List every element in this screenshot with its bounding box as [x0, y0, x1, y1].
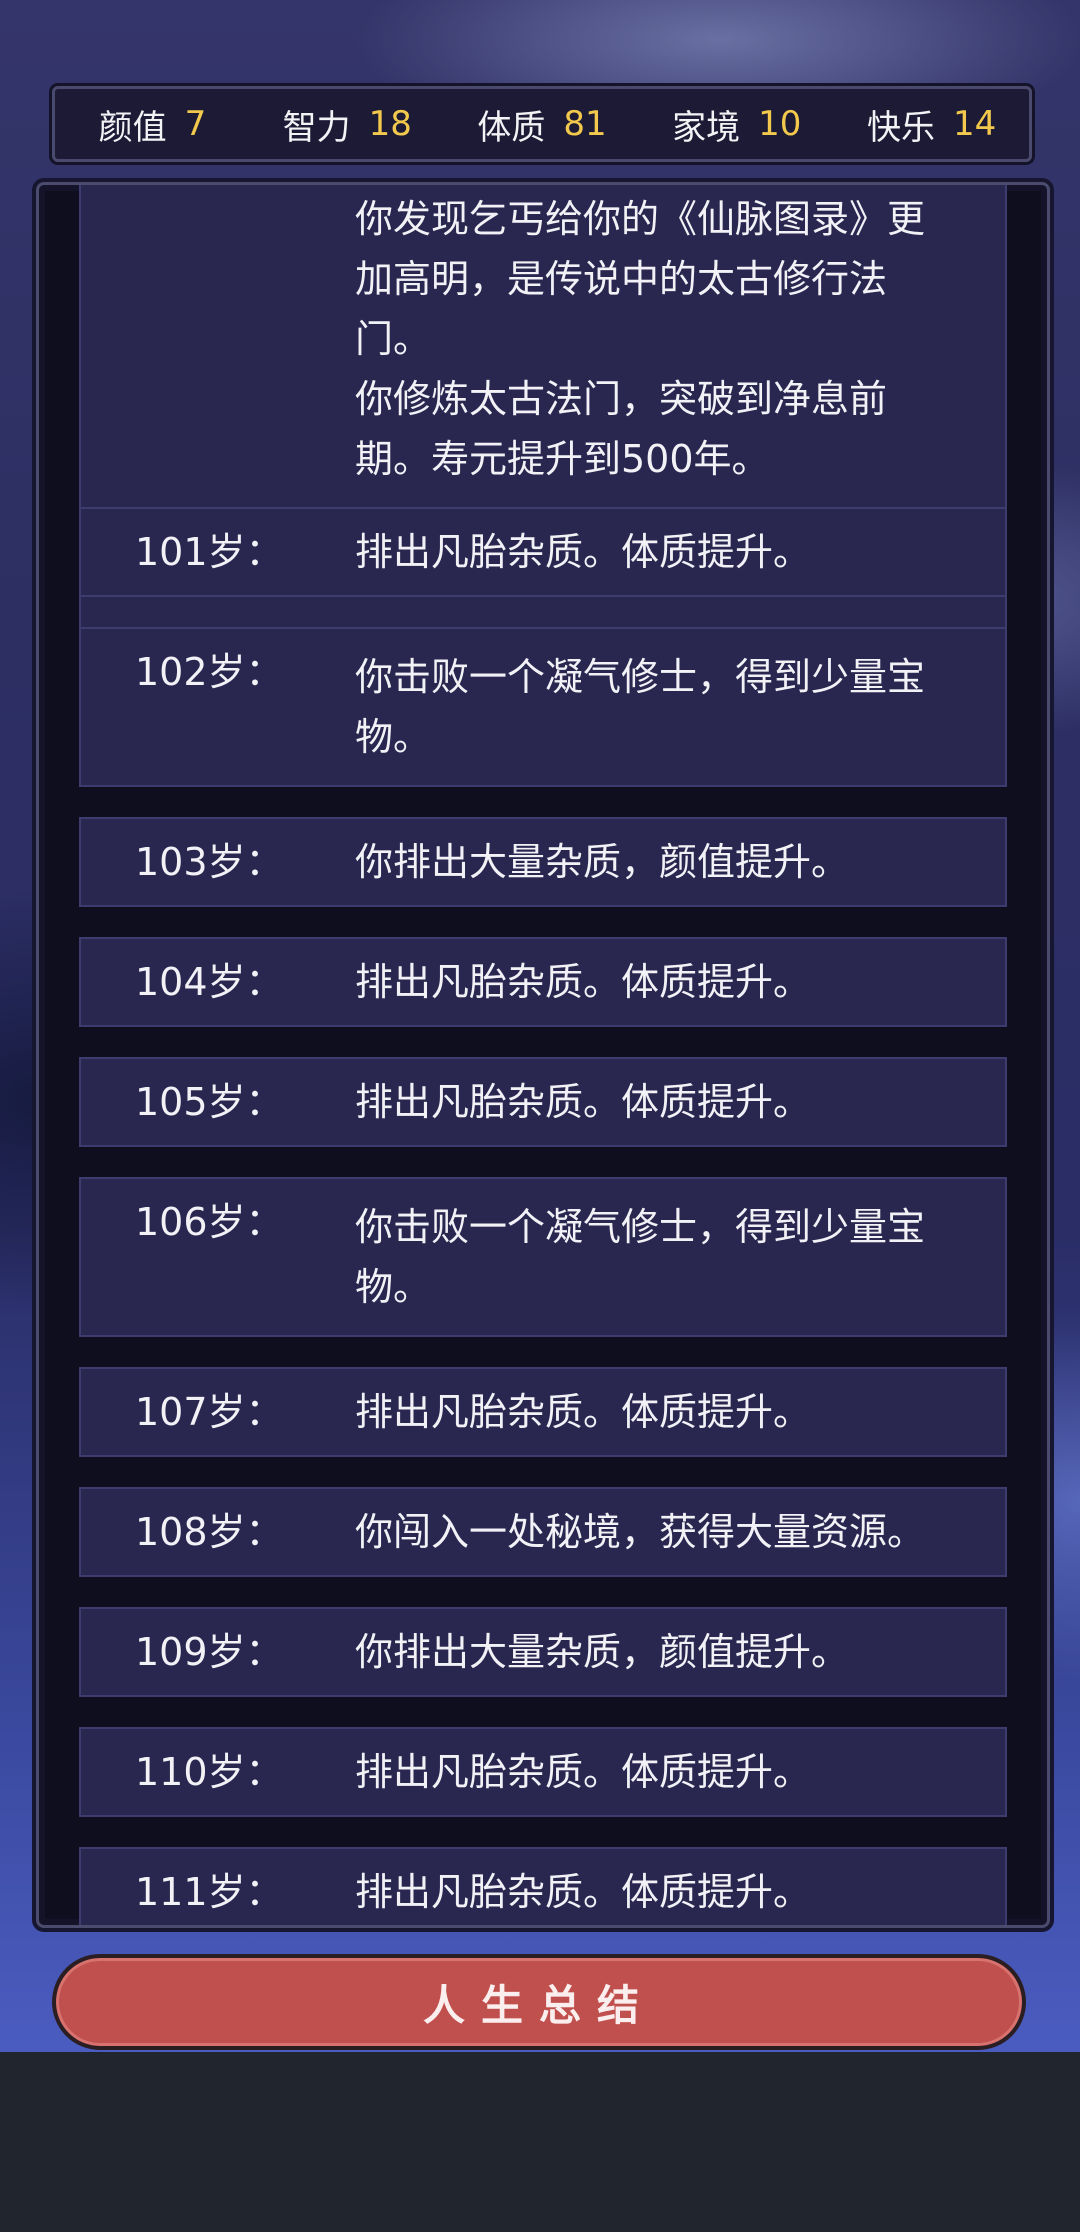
text-line: 你发现乞丐给你的《仙脉图录》更 [355, 197, 926, 241]
stat-label: 体质 [477, 107, 546, 148]
bottom-bar [0, 2052, 1080, 2232]
stat-appearance: 颜值 7 [55, 100, 250, 149]
log-entry-age: 106岁： [135, 1200, 284, 1244]
stat-label: 快乐 [866, 107, 935, 148]
log-entry-text: 排出凡胎杂质。体质提升。 [355, 1750, 812, 1794]
log-entry-text: 排出凡胎杂质。体质提升。 [355, 530, 812, 574]
log-entry-age: 107岁： [135, 1390, 284, 1434]
log-entry-age: 109岁： [135, 1630, 284, 1674]
stat-value: 81 [563, 104, 607, 144]
log-entry: 106岁： 你击败一个凝气修士，得到少量宝物。 [79, 1177, 1007, 1337]
log-entry: 107岁： 排出凡胎杂质。体质提升。 [79, 1367, 1007, 1457]
log-entry-age: 111岁： [135, 1870, 284, 1914]
log-entry-text: 你发现乞丐给你的《仙脉图录》更 加高明，是传说中的太古修行法 门。 你修炼太古法… [355, 189, 995, 489]
stat-label: 智力 [282, 107, 351, 148]
log-entry-text: 排出凡胎杂质。体质提升。 [355, 1390, 812, 1434]
log-entry-text: 你闯入一处秘境，获得大量资源。 [355, 1510, 926, 1554]
log-entry-age: 104岁： [135, 960, 284, 1004]
stat-value: 7 [184, 104, 207, 144]
log-entry: 109岁： 你排出大量杂质，颜值提升。 [79, 1607, 1007, 1697]
log-entry-age: 105岁： [135, 1080, 284, 1124]
life-log-scroll[interactable]: 你发现乞丐给你的《仙脉图录》更 加高明，是传说中的太古修行法 门。 你修炼太古法… [79, 185, 1007, 1925]
log-entry: 101岁： 排出凡胎杂质。体质提升。 [79, 507, 1007, 597]
text-line: 加高明，是传说中的太古修行法 [355, 257, 888, 301]
log-entry-list: 101岁： 排出凡胎杂质。体质提升。 102岁： 你击败一个凝气修士，得到少量宝… [79, 507, 1007, 1925]
stat-label: 颜值 [98, 107, 167, 148]
log-entry-age: 103岁： [135, 840, 284, 884]
stat-value: 14 [952, 104, 997, 144]
log-entry: 108岁： 你闯入一处秘境，获得大量资源。 [79, 1487, 1007, 1577]
log-entry-age: 101岁： [135, 530, 284, 574]
log-entry: 103岁： 你排出大量杂质，颜值提升。 [79, 817, 1007, 907]
log-entry-text: 你排出大量杂质，颜值提升。 [355, 1630, 850, 1674]
text-line: 期。寿元提升到500年。 [355, 437, 770, 481]
log-entry: 104岁： 排出凡胎杂质。体质提升。 [79, 937, 1007, 1027]
log-entry: 111岁： 排出凡胎杂质。体质提升。 [79, 1847, 1007, 1925]
log-entry: 105岁： 排出凡胎杂质。体质提升。 [79, 1057, 1007, 1147]
log-entry-text: 你击败一个凝气修士，得到少量宝物。 [355, 655, 926, 759]
stat-label: 家境 [672, 107, 741, 148]
stat-family: 家境 10 [639, 100, 834, 149]
log-entry-age: 110岁： [135, 1750, 284, 1794]
stat-intelligence: 智力 18 [250, 100, 445, 149]
log-entry-age: 102岁： [135, 650, 284, 694]
stat-happiness: 快乐 14 [834, 100, 1029, 149]
stat-value: 18 [368, 104, 412, 144]
log-entry-text: 你击败一个凝气修士，得到少量宝物。 [355, 1205, 926, 1309]
log-entry: 110岁： 排出凡胎杂质。体质提升。 [79, 1727, 1007, 1817]
log-entry: 102岁： 你击败一个凝气修士，得到少量宝物。 [79, 627, 1007, 787]
life-summary-button-label: 人生总结 [422, 1980, 655, 2030]
log-entry-text: 排出凡胎杂质。体质提升。 [355, 1870, 812, 1914]
stat-value: 10 [758, 104, 802, 144]
log-entry-text: 你排出大量杂质，颜值提升。 [355, 840, 850, 884]
log-entry-text: 排出凡胎杂质。体质提升。 [355, 960, 812, 1004]
text-line: 门。 [355, 317, 432, 361]
life-summary-button[interactable]: 人生总结 [52, 1954, 1026, 2050]
log-entry-text: 排出凡胎杂质。体质提升。 [355, 1080, 812, 1124]
log-entry-age: 108岁： [135, 1510, 284, 1554]
stat-constitution: 体质 81 [445, 100, 640, 149]
text-line: 你修炼太古法门，突破到净息前 [355, 377, 888, 421]
attribute-bar: 颜值 7 智力 18 体质 81 家境 10 快乐 14 [52, 86, 1032, 162]
life-log-panel[interactable]: 你发现乞丐给你的《仙脉图录》更 加高明，是传说中的太古修行法 门。 你修炼太古法… [36, 182, 1050, 1928]
